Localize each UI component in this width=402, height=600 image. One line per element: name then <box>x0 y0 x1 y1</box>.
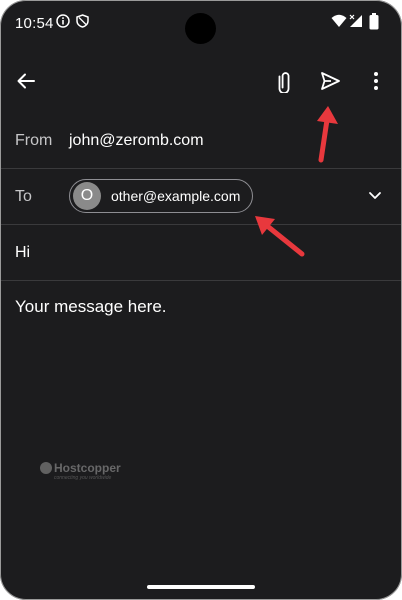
subject-text: Hi <box>15 244 31 261</box>
signal-icon <box>349 14 362 27</box>
watermark-name: Hostcopper <box>54 461 121 475</box>
chevron-down-icon[interactable] <box>367 190 383 202</box>
shield-icon <box>76 14 89 28</box>
info-icon <box>56 14 70 28</box>
recipient-avatar: O <box>73 182 101 210</box>
back-arrow-icon[interactable] <box>15 70 37 92</box>
more-vert-icon[interactable] <box>370 70 382 92</box>
home-gesture-bar[interactable] <box>147 585 255 589</box>
message-body[interactable]: Your message here. <box>15 297 167 317</box>
to-label: To <box>15 188 32 205</box>
recipient-email: other@example.com <box>111 188 241 204</box>
wifi-icon <box>331 14 347 27</box>
subject-field[interactable] <box>0 225 402 281</box>
attach-icon[interactable] <box>273 71 295 93</box>
recipient-chip[interactable]: O other@example.com <box>69 179 253 213</box>
phone-screen: 10:54 From john@zeromb.com To O other@ex… <box>0 0 402 600</box>
status-bar: 10:54 <box>0 0 402 46</box>
front-camera <box>185 13 216 44</box>
battery-icon <box>369 13 379 30</box>
compose-toolbar <box>0 56 402 108</box>
status-time: 10:54 <box>15 15 54 32</box>
send-icon[interactable] <box>319 70 341 92</box>
globe-icon <box>40 462 52 474</box>
watermark-tagline: connecting you worldwide <box>54 475 112 481</box>
watermark-logo: Hostcopper connecting you worldwide <box>40 461 150 483</box>
from-label: From <box>15 132 53 149</box>
from-address[interactable]: john@zeromb.com <box>69 132 204 150</box>
